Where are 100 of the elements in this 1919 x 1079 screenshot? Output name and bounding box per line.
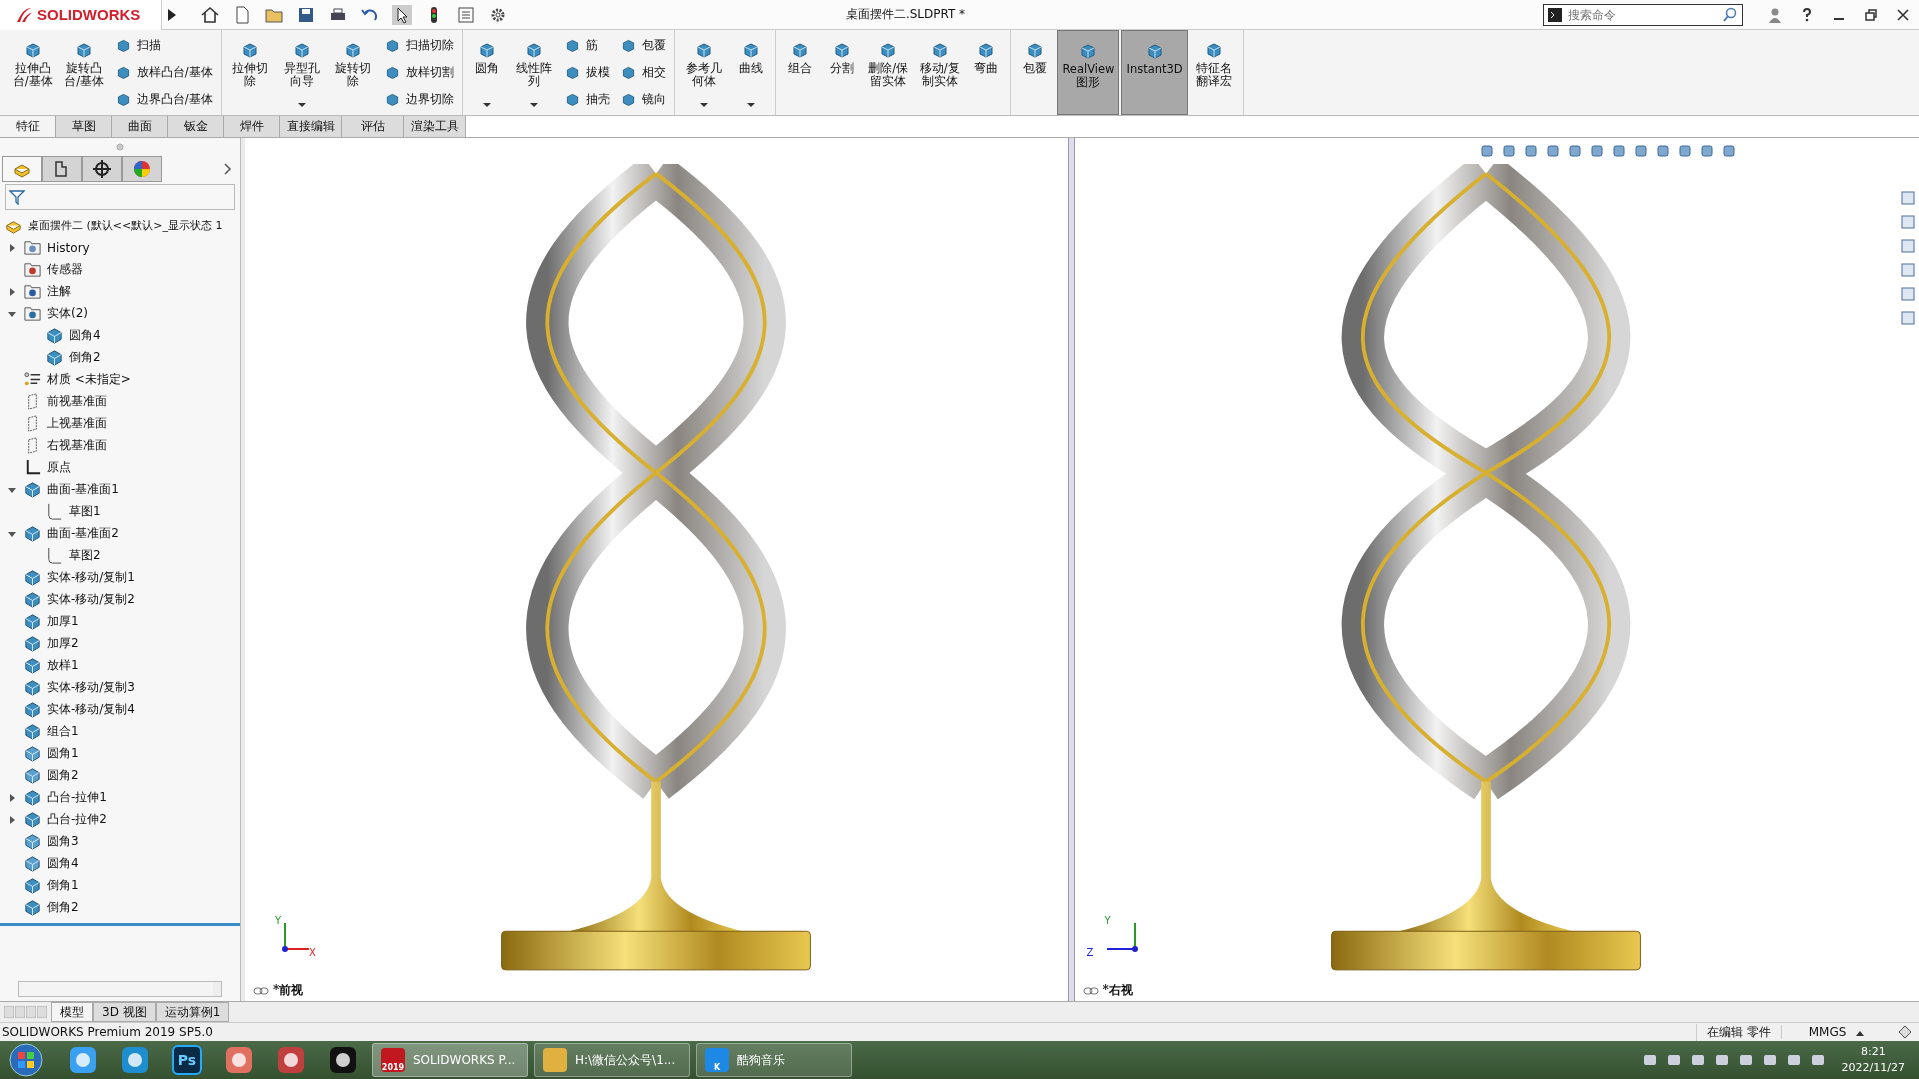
ribbon-tab[interactable]: 直接编辑	[280, 115, 342, 137]
tree-item[interactable]: 曲面-基准面1	[47, 481, 119, 499]
command-button[interactable]: RealView图形	[1057, 30, 1120, 115]
tree-item[interactable]: 圆角4	[47, 855, 79, 873]
ribbon-tab[interactable]: 渲染工具	[404, 115, 466, 137]
command-button[interactable]: 边界切除	[383, 90, 454, 108]
app-icon[interactable]	[68, 1045, 98, 1076]
tree-item[interactable]: 传感器	[47, 261, 83, 279]
ribbon-tab[interactable]: 曲面	[112, 115, 168, 137]
command-button[interactable]: 特征名翻译宏	[1189, 30, 1240, 115]
ribbon-tab[interactable]: 焊件	[224, 115, 280, 137]
app-icon[interactable]	[328, 1045, 358, 1076]
caret-icon[interactable]	[482, 102, 491, 107]
chevron-right-icon[interactable]	[224, 162, 232, 175]
caret-icon[interactable]	[297, 102, 306, 107]
tree-item[interactable]: 实体-移动/复制4	[47, 701, 135, 719]
select-cursor-icon[interactable]	[392, 4, 412, 25]
tree-item[interactable]: 注解	[47, 283, 71, 301]
tree-item[interactable]: 右视基准面	[47, 437, 107, 455]
command-button[interactable]: 旋转切除	[328, 30, 378, 115]
tree-item[interactable]: 圆角2	[47, 767, 79, 785]
command-button[interactable]: 拉伸凸台/基体	[8, 30, 58, 115]
command-button[interactable]: 旋转凸台/基体	[59, 30, 109, 115]
collapse-arrow-icon[interactable]	[8, 485, 16, 494]
restore-icon[interactable]	[1863, 6, 1879, 23]
ribbon-tab[interactable]: 钣金	[168, 115, 224, 137]
caret-icon[interactable]	[529, 102, 538, 107]
command-button[interactable]: 放样切割	[383, 63, 454, 81]
tree-item[interactable]: 曲面-基准面2	[47, 525, 119, 543]
ribbon-tab[interactable]: 评估	[342, 115, 404, 137]
search-icon[interactable]	[1722, 6, 1738, 23]
tree-item[interactable]: 原点	[47, 459, 71, 477]
app-icon[interactable]	[224, 1045, 254, 1076]
command-button[interactable]: 包覆	[1015, 30, 1056, 115]
tree-item[interactable]: 草图2	[69, 547, 101, 565]
taskbar-button[interactable]: H:\微信公众号\1...	[534, 1043, 690, 1078]
command-button[interactable]: 曲线	[730, 30, 771, 115]
tree-item[interactable]: 倒角1	[47, 877, 79, 895]
command-button[interactable]: 包覆	[620, 36, 667, 54]
command-button[interactable]: 组合	[779, 30, 820, 115]
filter-field[interactable]	[5, 183, 235, 210]
caret-icon[interactable]	[699, 102, 708, 107]
tree-item[interactable]: History	[47, 240, 90, 255]
tree-item[interactable]: 实体(2)	[47, 305, 88, 323]
tree-item[interactable]: 组合1	[47, 723, 79, 741]
app-icon[interactable]: Ps	[172, 1045, 202, 1076]
expand-arrow-icon[interactable]	[8, 815, 16, 824]
tree-item[interactable]: 圆角1	[47, 745, 79, 763]
tree-item[interactable]: 凸台-拉伸2	[47, 811, 107, 829]
tree-item[interactable]: 加厚2	[47, 635, 79, 653]
ribbon-tab[interactable]: 草图	[56, 115, 112, 137]
model-tab[interactable]: 模型	[51, 1002, 93, 1023]
tree-item[interactable]: 前视基准面	[47, 393, 107, 411]
close-icon[interactable]	[1895, 6, 1911, 23]
command-button[interactable]: 移动/复制实体	[915, 30, 965, 115]
tree-item[interactable]: 倒角2	[69, 349, 101, 367]
units-button[interactable]: MMGS	[1781, 1025, 1891, 1040]
scrollbar[interactable]	[18, 981, 222, 998]
tree-item[interactable]: 倒角2	[47, 899, 79, 917]
model-tab[interactable]: 3D 视图	[93, 1002, 156, 1023]
tree-item[interactable]: 实体-移动/复制2	[47, 591, 135, 609]
splitter-handle-icon[interactable]	[116, 142, 124, 151]
start-button[interactable]	[8, 1042, 44, 1079]
tree-item[interactable]: 圆角4	[69, 327, 101, 345]
panel-tab[interactable]	[82, 155, 122, 182]
command-button[interactable]: 扫描切除	[383, 36, 454, 54]
command-button[interactable]: 镜向	[620, 90, 667, 108]
search-box[interactable]: 搜索命令	[1543, 3, 1743, 26]
taskbar-button[interactable]: K 酷狗音乐	[696, 1043, 852, 1078]
clock[interactable]: 8:21 2022/11/27	[1841, 1044, 1905, 1077]
tree-item[interactable]: 实体-移动/复制3	[47, 679, 135, 697]
command-button[interactable]: 扫描	[114, 36, 213, 54]
tree-item[interactable]: 凸台-拉伸1	[47, 789, 107, 807]
tree-item[interactable]: 上视基准面	[47, 415, 107, 433]
command-button[interactable]: Instant3D	[1121, 30, 1188, 115]
command-button[interactable]: 筋	[564, 36, 611, 54]
command-button[interactable]: 边界凸台/基体	[114, 90, 213, 108]
panel-tab[interactable]	[42, 155, 82, 182]
tree-item[interactable]: 草图1	[69, 503, 101, 521]
tree-item[interactable]: 加厚1	[47, 613, 79, 631]
tree-item[interactable]: 实体-移动/复制1	[47, 569, 135, 587]
tree-item[interactable]: 放样1	[47, 657, 79, 675]
caret-icon[interactable]	[746, 102, 755, 107]
expand-arrow-icon[interactable]	[8, 287, 16, 296]
collapse-arrow-icon[interactable]	[8, 529, 16, 538]
collapse-arrow-icon[interactable]	[8, 309, 16, 318]
viewport-splitter[interactable]	[1067, 137, 1075, 1002]
tree-item[interactable]: 圆角3	[47, 833, 79, 851]
app-icon[interactable]	[120, 1045, 150, 1076]
command-button[interactable]: 参考几何体	[679, 30, 729, 115]
ribbon-tab[interactable]: 特征	[0, 115, 56, 137]
app-icon[interactable]	[276, 1045, 306, 1076]
command-button[interactable]: 相交	[620, 63, 667, 81]
command-button[interactable]: 抽壳	[564, 90, 611, 108]
command-button[interactable]: 线性阵列	[508, 30, 559, 115]
command-button[interactable]: 删除/保留实体	[863, 30, 913, 115]
taskbar-button[interactable]: 2019 SOLIDWORKS P...	[372, 1043, 528, 1078]
command-button[interactable]: 异型孔向导	[277, 30, 327, 115]
command-button[interactable]: 拉伸切除	[225, 30, 276, 115]
command-button[interactable]: 分割	[821, 30, 862, 115]
